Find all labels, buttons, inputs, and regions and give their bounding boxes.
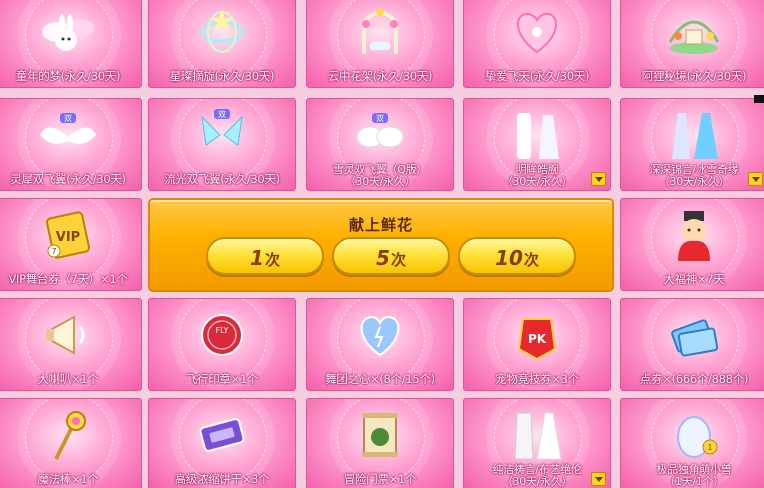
send-5-times-button[interactable]: 5 次 bbox=[332, 237, 450, 275]
item-label: 灵犀双飞翼(永久/30天) bbox=[10, 172, 126, 186]
item-label: 阿狸秘境(永久/30天) bbox=[641, 69, 747, 83]
item-label: 星璨摘旋(永久/30天) bbox=[169, 69, 275, 83]
reward-item[interactable]: 点券×(666个/888个) bbox=[620, 298, 764, 391]
button-unit: 次 bbox=[523, 251, 539, 269]
reward-item[interactable]: 纯洁祷言/布艺绝伦 （30天/永久） bbox=[463, 398, 611, 488]
flying-seal-icon: FLY bbox=[192, 305, 252, 365]
bunny-wings-icon bbox=[38, 2, 98, 62]
reward-item[interactable]: 大福神×7天 bbox=[620, 198, 764, 291]
item-label: VIP舞台券（7天）×1个 bbox=[8, 272, 128, 286]
button-unit: 次 bbox=[264, 251, 280, 269]
item-label: 舞团之心×(8个/15个) bbox=[325, 372, 435, 386]
reward-item[interactable]: 舞团之心×(8个/15个) bbox=[306, 298, 454, 391]
reward-item[interactable]: 挚爱飞天(永久/30天) bbox=[463, 0, 611, 88]
star-halo-icon bbox=[192, 2, 252, 62]
button-count: 1 bbox=[250, 246, 264, 270]
item-label: 大喇叭×1个 bbox=[37, 372, 99, 386]
reward-item[interactable]: 阿狸秘境(永久/30天) bbox=[620, 0, 764, 88]
item-label: 雪灵双飞翼（Q版） （30天/永久） bbox=[333, 163, 427, 188]
wedding-outfit-icon bbox=[507, 405, 567, 465]
svg-text:1: 1 bbox=[707, 443, 712, 452]
reward-item[interactable]: 魔法棒×1个 bbox=[0, 398, 142, 488]
reward-item[interactable]: 双 流光双飞翼(永久/30天) bbox=[148, 98, 296, 191]
biscuit-pack-icon bbox=[192, 405, 252, 465]
adventure-scroll-icon bbox=[350, 405, 410, 465]
reward-item[interactable]: 云中花架(永久/30天) bbox=[306, 0, 454, 88]
fox-garden-icon bbox=[664, 2, 724, 62]
button-unit: 次 bbox=[390, 251, 406, 269]
panel-title: 献上鲜花 bbox=[348, 216, 413, 234]
svg-text:VIP: VIP bbox=[56, 230, 80, 245]
flower-swing-icon bbox=[350, 2, 410, 62]
item-label: 挚爱飞天(永久/30天) bbox=[484, 69, 590, 83]
heart-crystal-icon bbox=[350, 305, 410, 365]
magic-wand-icon bbox=[38, 405, 98, 465]
item-label: 大福神×7天 bbox=[663, 272, 725, 286]
item-label: 冒险门票×1个 bbox=[343, 472, 417, 486]
reward-item[interactable]: FLY 飞行印章×1个 bbox=[148, 298, 296, 391]
double-wings-icon: 双 bbox=[38, 105, 98, 165]
button-count: 5 bbox=[376, 246, 390, 270]
send-1-times-button[interactable]: 1 次 bbox=[206, 237, 324, 275]
reward-item[interactable]: 童年的梦(永久/30天) bbox=[0, 0, 142, 88]
item-label: 明眸皓腕 （30天/永久） bbox=[501, 163, 573, 188]
dropdown-arrow-icon[interactable] bbox=[591, 472, 606, 486]
item-label: 纯洁祷言/布艺绝伦 （30天/永久） bbox=[492, 463, 582, 488]
crystal-wings-icon: 双 bbox=[192, 105, 252, 165]
reward-item[interactable]: 深深锦言/冰雪奇缘 （30天/永久） bbox=[620, 98, 764, 191]
item-label: 高级浓缩饼干×3个 bbox=[174, 472, 270, 486]
item-label: 云中花架(永久/30天) bbox=[327, 69, 433, 83]
svg-text:双: 双 bbox=[64, 114, 72, 123]
reward-item[interactable]: 星璨摘旋(永久/30天) bbox=[148, 0, 296, 88]
snow-wings-icon: 双 bbox=[350, 105, 410, 165]
dropdown-arrow-icon[interactable] bbox=[748, 172, 763, 186]
dropdown-arrow-icon[interactable] bbox=[591, 172, 606, 186]
send-10-times-button[interactable]: 10 次 bbox=[458, 237, 576, 275]
coupon-icon bbox=[664, 305, 724, 365]
reward-item[interactable]: 大喇叭×1个 bbox=[0, 298, 142, 391]
svg-text:双: 双 bbox=[376, 114, 384, 123]
reward-item[interactable]: 1 极品独角萌小兽 （1天/1个） bbox=[620, 398, 764, 488]
svg-text:PK: PK bbox=[528, 332, 547, 346]
reward-item[interactable]: 高级浓缩饼干×3个 bbox=[148, 398, 296, 488]
item-label: 点券×(666个/888个) bbox=[639, 372, 749, 386]
item-label: 深深锦言/冰雪奇缘 （30天/永久） bbox=[649, 163, 739, 188]
fortune-god-icon bbox=[664, 205, 724, 265]
megaphone-icon bbox=[38, 305, 98, 365]
svg-text:7: 7 bbox=[51, 247, 56, 256]
ice-dress-icon bbox=[664, 105, 724, 165]
item-label: 流光双飞翼(永久/30天) bbox=[164, 172, 280, 186]
item-label: 飞行印章×1个 bbox=[185, 372, 259, 386]
item-label: 极品独角萌小兽 （1天/1个） bbox=[656, 463, 732, 488]
item-label: 宠物竞技券×3个 bbox=[495, 372, 579, 386]
reward-item[interactable]: 冒险门票×1个 bbox=[306, 398, 454, 488]
svg-text:双: 双 bbox=[218, 110, 226, 119]
svg-text:FLY: FLY bbox=[216, 326, 229, 335]
reward-item[interactable]: VIP 7 VIP舞台券（7天）×1个 bbox=[0, 198, 142, 291]
reward-item[interactable]: PK 宠物竞技券×3个 bbox=[463, 298, 611, 391]
reward-item[interactable]: 明眸皓腕 （30天/永久） bbox=[463, 98, 611, 191]
item-label: 魔法棒×1个 bbox=[37, 472, 99, 486]
item-label: 童年的梦(永久/30天) bbox=[15, 69, 121, 83]
send-flowers-panel: 献上鲜花 1 次 5 次 10 次 bbox=[148, 198, 614, 292]
vip-ticket-icon: VIP 7 bbox=[38, 205, 98, 265]
reward-item[interactable]: 双 雪灵双飞翼（Q版） （30天/永久） bbox=[306, 98, 454, 191]
button-count: 10 bbox=[495, 246, 523, 270]
couple-outfit-icon bbox=[507, 105, 567, 165]
heart-wings-icon bbox=[507, 2, 567, 62]
reward-item[interactable]: 双 灵犀双飞翼(永久/30天) bbox=[0, 98, 142, 191]
egg-icon: 1 bbox=[664, 405, 724, 465]
pk-ticket-icon: PK bbox=[507, 305, 567, 365]
scroll-edge bbox=[754, 95, 764, 103]
